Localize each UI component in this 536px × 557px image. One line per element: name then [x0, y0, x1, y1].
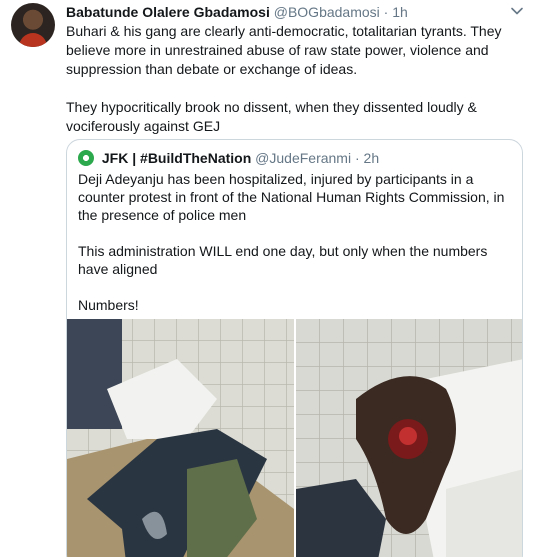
photo-left[interactable]: [67, 319, 294, 557]
quoted-timestamp[interactable]: 2h: [364, 150, 380, 166]
quoted-media[interactable]: [67, 319, 522, 557]
quoted-avatar: [78, 150, 94, 166]
tweet[interactable]: Babatunde Olalere Gbadamosi @BOGbadamosi…: [0, 0, 536, 557]
separator-dot: ·: [383, 4, 389, 20]
tweet-text: Buhari & his gang are clearly anti-democ…: [66, 22, 526, 136]
tweet-header: Babatunde Olalere Gbadamosi @BOGbadamosi…: [66, 3, 408, 21]
tweet-paragraph-1: Buhari & his gang are clearly anti-democ…: [66, 23, 502, 77]
quoted-line-1: Deji Adeyanju has been hospitalized, inj…: [78, 171, 505, 223]
quoted-tweet[interactable]: JFK | #BuildTheNation @JudeFeranmi · 2h …: [66, 139, 523, 557]
quoted-line-2: This administration WILL end one day, bu…: [78, 243, 488, 277]
quoted-header: JFK | #BuildTheNation @JudeFeranmi · 2h: [78, 149, 379, 167]
quoted-text: Deji Adeyanju has been hospitalized, inj…: [78, 170, 513, 314]
quoted-handle[interactable]: @JudeFeranmi: [255, 150, 351, 166]
tweet-paragraph-2: They hypocritically brook no dissent, wh…: [66, 99, 477, 134]
quoted-separator-dot: ·: [354, 150, 360, 166]
author-handle[interactable]: @BOGbadamosi: [274, 4, 380, 20]
quoted-author-name[interactable]: JFK | #BuildTheNation: [102, 150, 251, 166]
tweet-timestamp[interactable]: 1h: [392, 4, 408, 20]
author-avatar[interactable]: [11, 3, 55, 47]
photo-right[interactable]: [296, 319, 522, 557]
author-name[interactable]: Babatunde Olalere Gbadamosi: [66, 4, 270, 20]
quoted-line-3: Numbers!: [78, 297, 139, 313]
chevron-down-icon[interactable]: [510, 4, 524, 18]
